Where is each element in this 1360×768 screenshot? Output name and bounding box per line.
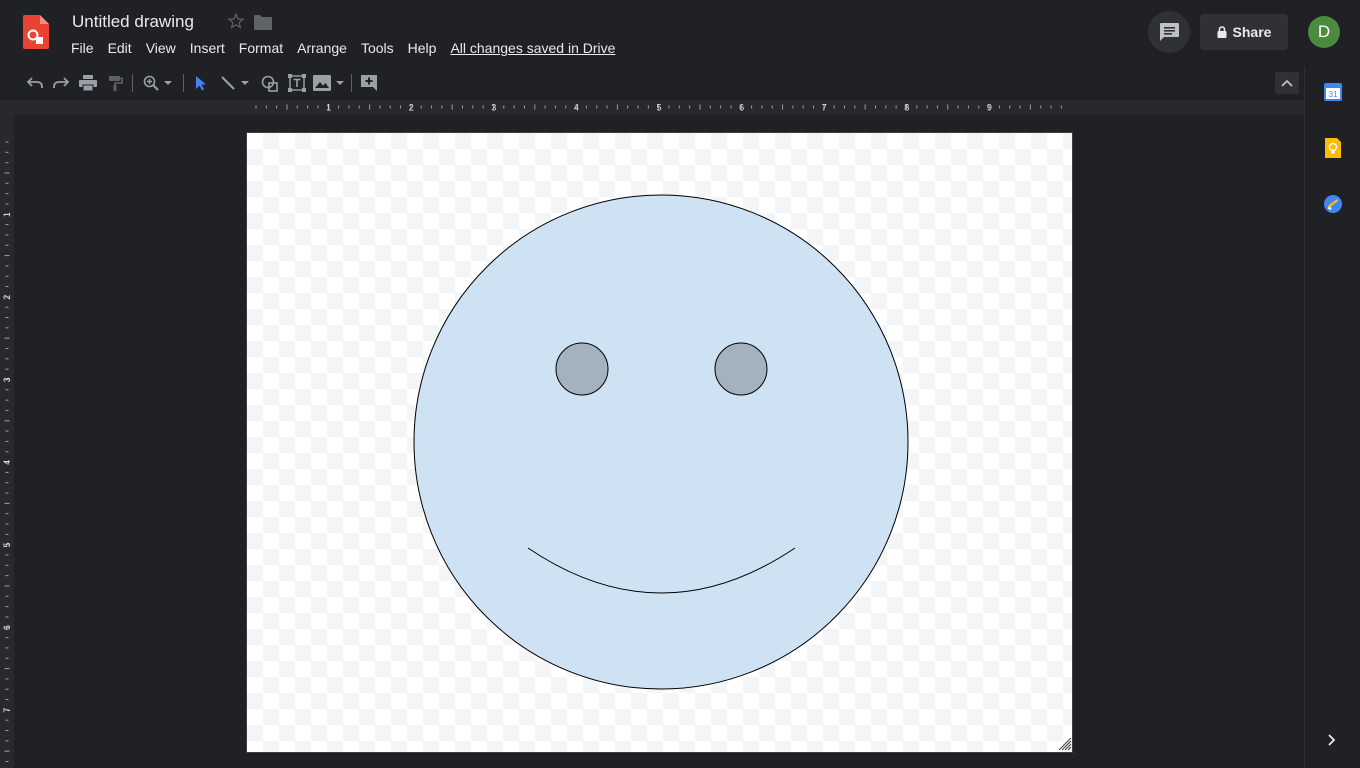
share-label: Share	[1232, 24, 1272, 40]
redo-button[interactable]	[49, 72, 73, 94]
ruler-label: 4	[2, 460, 12, 465]
ruler-label: 8	[904, 103, 909, 113]
redo-icon	[53, 77, 70, 88]
toolbar-separator	[351, 74, 352, 92]
horizontal-ruler: 1 2 3 4 5 6 7 8 9	[14, 100, 1304, 114]
menu-arrange[interactable]: Arrange	[290, 38, 354, 58]
paint-format-icon	[109, 76, 123, 91]
folder-icon[interactable]	[254, 14, 272, 30]
select-icon	[196, 76, 206, 91]
image-icon	[313, 75, 331, 91]
calendar-day-text: 31	[1329, 90, 1338, 99]
tasks-icon	[1324, 195, 1342, 213]
ruler-corner	[0, 100, 14, 114]
menu-tools[interactable]: Tools	[354, 38, 401, 58]
chevron-up-icon	[1281, 79, 1293, 87]
toolbar-separator	[132, 74, 133, 92]
ruler-label: 7	[822, 103, 827, 113]
image-button[interactable]	[311, 72, 347, 94]
line-button[interactable]	[216, 72, 254, 94]
select-button[interactable]	[189, 72, 213, 94]
toolbar-separator	[183, 74, 184, 92]
left-eye-circle[interactable]	[555, 342, 609, 396]
ruler-label: 6	[2, 625, 12, 630]
calendar-icon: 31	[1324, 83, 1342, 101]
ruler-label: 5	[656, 103, 661, 113]
ruler-label: 6	[739, 103, 744, 113]
undo-icon	[26, 77, 43, 88]
comment-icon	[1160, 23, 1179, 41]
text-box-button[interactable]	[285, 72, 309, 94]
ruler-label: 2	[2, 295, 12, 300]
save-status-link[interactable]: All changes saved in Drive	[450, 38, 615, 58]
shape-icon	[261, 75, 278, 92]
share-button[interactable]: Share	[1200, 14, 1288, 50]
tasks-app-button[interactable]	[1321, 192, 1345, 216]
resize-handle-icon[interactable]	[1058, 737, 1072, 751]
collapse-toolbar-button[interactable]	[1275, 72, 1299, 94]
ruler-label: 7	[2, 708, 12, 713]
expand-side-panel-button[interactable]	[1320, 730, 1344, 750]
chevron-right-icon	[1328, 734, 1336, 746]
menu-edit[interactable]: Edit	[101, 38, 139, 58]
vertical-ruler: 1 2 3 4 5 6 7	[0, 114, 14, 768]
add-comment-button[interactable]	[357, 72, 381, 94]
comments-button[interactable]	[1148, 11, 1190, 53]
lock-icon	[1217, 26, 1227, 38]
ruler-label: 9	[987, 103, 992, 113]
app-window: Untitled drawing File Edit View Insert F…	[0, 0, 1360, 768]
line-icon	[221, 76, 235, 90]
vertical-ruler-ticks: 1 2 3 4 5 6 7	[2, 141, 12, 762]
keep-app-button[interactable]	[1321, 136, 1345, 160]
drawing-canvas[interactable]	[246, 132, 1073, 753]
ruler-label: 3	[2, 377, 12, 382]
paint-format-button[interactable]	[103, 72, 127, 94]
print-icon	[79, 75, 97, 91]
smiley-face-circle[interactable]	[413, 194, 909, 690]
menu-bar: File Edit View Insert Format Arrange Too…	[64, 38, 615, 58]
menu-format[interactable]: Format	[232, 38, 290, 58]
text-box-icon	[288, 74, 306, 92]
chevron-down-icon	[164, 81, 172, 85]
keep-icon	[1325, 138, 1341, 158]
shape-button[interactable]	[258, 72, 282, 94]
ruler-label: 2	[409, 103, 414, 113]
header: Untitled drawing File Edit View Insert F…	[0, 0, 1340, 66]
horizontal-ruler-ticks: 1 2 3 4 5 6 7 8 9	[255, 103, 1062, 113]
ruler-label: 5	[2, 542, 12, 547]
calendar-app-button[interactable]: 31	[1321, 80, 1345, 104]
toolbar	[0, 66, 1304, 100]
smiley-drawing	[413, 194, 909, 690]
ruler-label: 1	[2, 212, 12, 217]
add-comment-icon	[361, 75, 377, 91]
ruler-label: 4	[574, 103, 579, 113]
undo-button[interactable]	[23, 72, 47, 94]
menu-help[interactable]: Help	[401, 38, 444, 58]
side-panel: 31	[1304, 66, 1360, 768]
zoom-button[interactable]	[140, 72, 176, 94]
ruler-label: 1	[326, 103, 331, 113]
account-avatar[interactable]: D	[1308, 16, 1340, 48]
chevron-down-icon	[336, 81, 344, 85]
chevron-down-icon	[241, 81, 249, 85]
document-title[interactable]: Untitled drawing	[72, 11, 194, 33]
drawings-logo-icon[interactable]	[23, 15, 49, 49]
menu-view[interactable]: View	[139, 38, 183, 58]
menu-insert[interactable]: Insert	[183, 38, 232, 58]
menu-file[interactable]: File	[64, 38, 101, 58]
right-eye-circle[interactable]	[714, 342, 768, 396]
star-icon[interactable]	[227, 12, 245, 30]
print-button[interactable]	[76, 72, 100, 94]
ruler-label: 3	[491, 103, 496, 113]
zoom-icon	[143, 75, 159, 91]
